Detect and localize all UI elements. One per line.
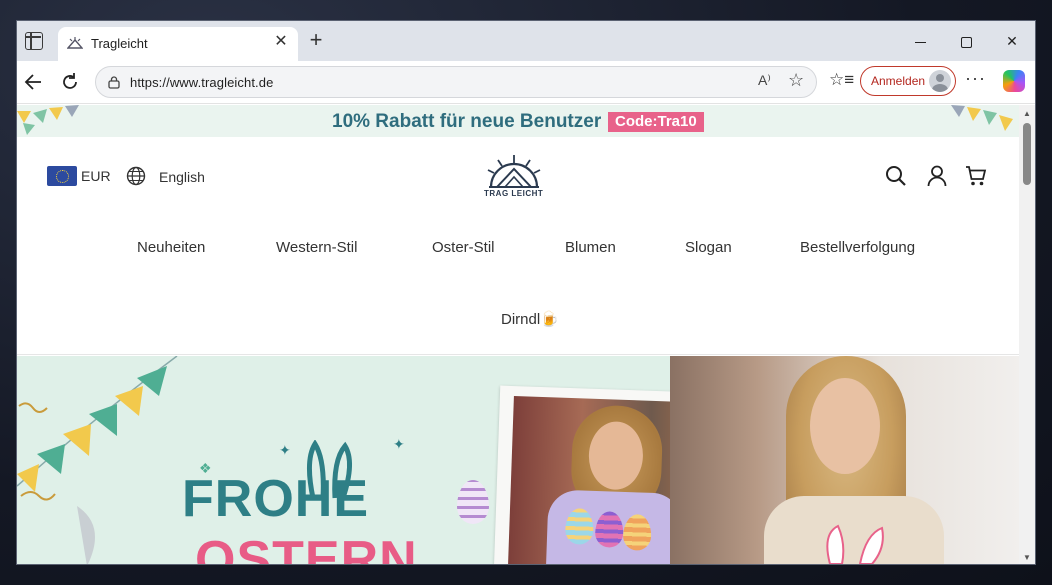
more-menu-icon[interactable]: ··· xyxy=(965,68,986,89)
hero-banner[interactable]: ✦ ✦ ❖ FROHE OSTERN xyxy=(17,356,1019,565)
model-face xyxy=(810,378,880,474)
nav-item-western-stil[interactable]: Western-Stil xyxy=(276,239,357,256)
browser-window: Tragleicht ✕ + ✕ https://www.tragleicht.… xyxy=(16,20,1036,565)
sparkle-icon: ✦ xyxy=(279,442,291,458)
nav-item-oster-stil[interactable]: Oster-Stil xyxy=(432,239,495,256)
sparkle-icon: ✦ xyxy=(393,436,405,452)
hero-subtitle: OSTERN xyxy=(195,531,418,565)
scroll-thumb[interactable] xyxy=(1023,123,1031,185)
active-tab[interactable]: Tragleicht ✕ xyxy=(58,27,298,61)
eu-flag-icon[interactable] xyxy=(47,166,77,186)
nav-item-blumen[interactable]: Blumen xyxy=(565,239,616,256)
address-bar-row: https://www.tragleicht.de A⁾ ☆ ☆≡ Anmeld… xyxy=(17,61,1035,104)
hero-title: FROHE xyxy=(182,470,369,528)
copilot-icon[interactable] xyxy=(1003,70,1025,92)
window-close-button[interactable]: ✕ xyxy=(997,29,1027,53)
back-arrow-icon[interactable] xyxy=(21,69,47,95)
model-photo-right[interactable] xyxy=(670,356,1019,564)
read-aloud-icon[interactable]: A⁾ xyxy=(758,72,771,89)
site-header: EUR English TRAG LEICHT Neuheiten Wester… xyxy=(17,137,1019,355)
easter-egg-decoration xyxy=(457,480,489,524)
scroll-up-icon[interactable]: ▲ xyxy=(1023,109,1031,118)
promo-banner[interactable]: 10% Rabatt für neue Benutzer Code:Tra10 xyxy=(17,105,1019,137)
bunting-left-decoration xyxy=(17,105,79,135)
tab-bar: Tragleicht ✕ + ✕ xyxy=(17,21,1035,61)
hero-bunting-decoration xyxy=(17,356,178,564)
tab-title: Tragleicht xyxy=(91,36,148,51)
signin-label: Anmelden xyxy=(871,74,926,88)
maximize-button[interactable] xyxy=(951,29,981,53)
site-favicon-icon xyxy=(67,37,83,49)
new-tab-button[interactable]: + xyxy=(305,29,327,52)
promo-text: 10% Rabatt für neue Benutzer xyxy=(332,111,602,132)
currency-selector[interactable]: EUR xyxy=(81,168,111,184)
page-viewport: 10% Rabatt für neue Benutzer Code:Tra10 … xyxy=(17,105,1035,565)
nav-item-bestellverfolgung[interactable]: Bestellverfolgung xyxy=(800,239,915,256)
page-scrollbar[interactable]: ▲ ▼ xyxy=(1019,105,1035,564)
scroll-down-icon[interactable]: ▼ xyxy=(1023,553,1031,562)
nav-item-dirndl[interactable]: Dirndl🍺 xyxy=(501,310,559,328)
language-selector[interactable]: English xyxy=(159,169,205,185)
tab-close-icon[interactable]: ✕ xyxy=(272,33,290,51)
reload-icon[interactable] xyxy=(57,69,83,95)
signin-button[interactable]: Anmelden xyxy=(860,66,956,96)
favorites-icon[interactable]: ☆≡ xyxy=(829,70,854,90)
promo-code-badge: Code:Tra10 xyxy=(608,112,704,132)
search-icon[interactable] xyxy=(885,165,907,187)
nav-item-slogan[interactable]: Slogan xyxy=(685,239,732,256)
shirt-bunny-print xyxy=(826,524,884,564)
bunting-right-decoration xyxy=(951,105,1013,131)
nav-item-neuheiten[interactable]: Neuheiten xyxy=(137,239,205,256)
avatar xyxy=(929,70,951,92)
user-account-icon[interactable] xyxy=(927,165,947,187)
shopping-cart-icon[interactable] xyxy=(965,165,987,187)
url-text[interactable]: https://www.tragleicht.de xyxy=(130,75,273,90)
minimize-button[interactable] xyxy=(905,29,935,53)
globe-icon[interactable] xyxy=(126,166,146,186)
logo-text[interactable]: TRAG LEICHT xyxy=(484,189,543,198)
url-bar[interactable]: https://www.tragleicht.de A⁾ ☆ xyxy=(95,66,817,98)
lock-icon[interactable] xyxy=(108,76,120,89)
favorite-star-icon[interactable]: ☆ xyxy=(788,70,804,91)
tab-actions-icon[interactable] xyxy=(25,32,43,50)
